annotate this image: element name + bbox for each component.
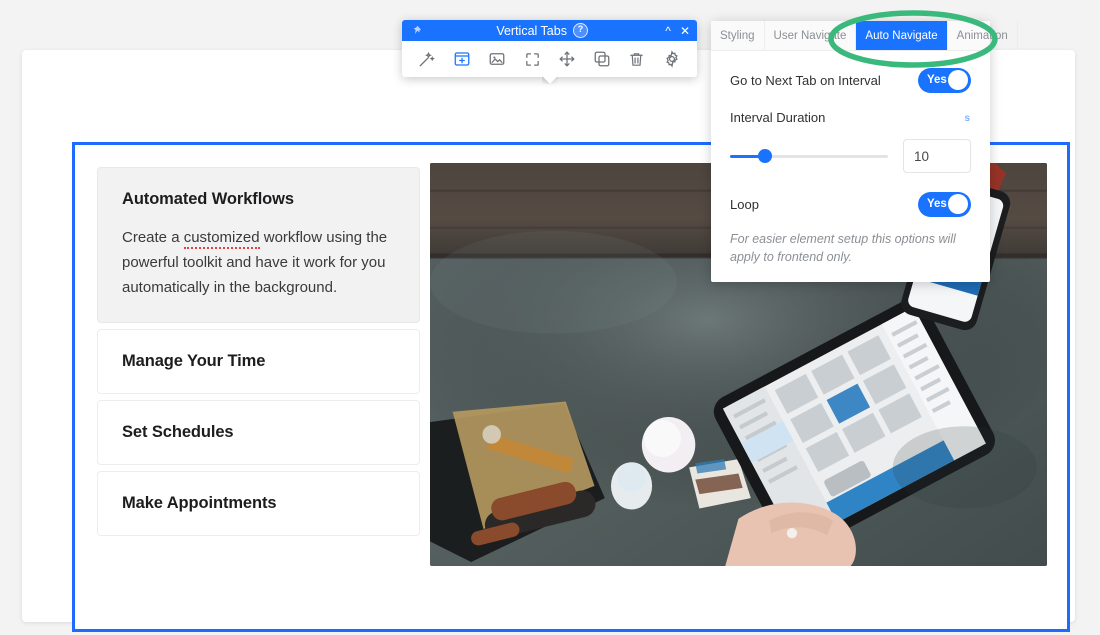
gear-icon[interactable]: [659, 46, 685, 72]
toolbar-title-bar[interactable]: Vertical Tabs ? ^ ✕: [402, 20, 697, 41]
toolbar-actions: [402, 41, 697, 77]
image-icon[interactable]: [484, 46, 510, 72]
move-icon[interactable]: [554, 46, 580, 72]
chevron-up-icon[interactable]: ^: [665, 25, 671, 37]
misspelled-word: customized: [183, 229, 260, 249]
interval-label: Interval Duration: [730, 110, 826, 125]
tab-animation[interactable]: Animation: [948, 21, 1018, 50]
toolbar-window-buttons: ^ ✕: [665, 25, 690, 37]
magic-wand-icon[interactable]: [414, 46, 440, 72]
tab-item-make-appointments[interactable]: Make Appointments: [97, 471, 420, 536]
toolbar-title: Vertical Tabs ?: [423, 23, 665, 38]
add-block-icon[interactable]: [449, 46, 475, 72]
tabs-list: Automated Workflows Create a customized …: [75, 145, 420, 629]
interval-controls: 10: [730, 139, 971, 173]
slider-knob[interactable]: [757, 149, 772, 163]
interval-section: Interval Duration s 10: [730, 110, 971, 173]
tab-auto-navigate[interactable]: Auto Navigate: [856, 21, 948, 50]
next-tab-row: Go to Next Tab on Interval Yes: [730, 65, 971, 95]
toolbar-title-text: Vertical Tabs: [496, 23, 567, 38]
duplicate-icon[interactable]: [589, 46, 615, 72]
settings-body: Go to Next Tab on Interval Yes Interval …: [711, 51, 990, 282]
tab-title: Manage Your Time: [122, 352, 266, 370]
settings-tabs: Styling User Navigate Auto Navigate Anim…: [711, 21, 1018, 51]
tab-styling[interactable]: Styling: [711, 21, 765, 50]
loop-toggle-value: Yes: [927, 198, 947, 210]
next-tab-label: Go to Next Tab on Interval: [730, 72, 881, 88]
settings-popup[interactable]: Styling User Navigate Auto Navigate Anim…: [711, 21, 1018, 282]
close-icon[interactable]: ✕: [680, 25, 690, 37]
next-tab-toggle-value: Yes: [927, 74, 947, 86]
editor-canvas: Automated Workflows Create a customized …: [0, 0, 1100, 635]
loop-toggle[interactable]: Yes: [918, 191, 971, 217]
trash-icon[interactable]: [624, 46, 650, 72]
tab-item-automated-workflows[interactable]: Automated Workflows Create a customized …: [97, 167, 420, 323]
tab-item-set-schedules[interactable]: Set Schedules: [97, 400, 420, 465]
tab-item-manage-your-time[interactable]: Manage Your Time: [97, 329, 420, 394]
tab-body-text-before: Create a: [122, 229, 184, 246]
toggle-knob: [948, 194, 968, 214]
loop-row: Loop Yes: [730, 189, 971, 219]
tab-title: Automated Workflows: [122, 190, 294, 208]
fullscreen-icon[interactable]: [519, 46, 545, 72]
interval-input-value: 10: [914, 148, 930, 164]
toggle-knob: [948, 70, 968, 90]
tab-title: Set Schedules: [122, 423, 234, 441]
next-tab-toggle[interactable]: Yes: [918, 67, 971, 93]
tab-title: Make Appointments: [122, 494, 277, 512]
pushpin-icon[interactable]: [409, 24, 423, 38]
element-toolbar[interactable]: Vertical Tabs ? ^ ✕: [402, 20, 697, 77]
tab-user-navigate[interactable]: User Navigate: [765, 21, 857, 50]
tab-body: Create a customized workflow using the p…: [122, 225, 395, 300]
interval-slider[interactable]: [730, 148, 888, 164]
interval-unit: s: [964, 113, 970, 124]
help-icon[interactable]: ?: [572, 23, 588, 38]
interval-input[interactable]: 10: [903, 139, 971, 173]
loop-label: Loop: [730, 196, 759, 212]
settings-note: For easier element setup this options wi…: [730, 232, 956, 264]
toolbar-caret: [542, 76, 558, 84]
